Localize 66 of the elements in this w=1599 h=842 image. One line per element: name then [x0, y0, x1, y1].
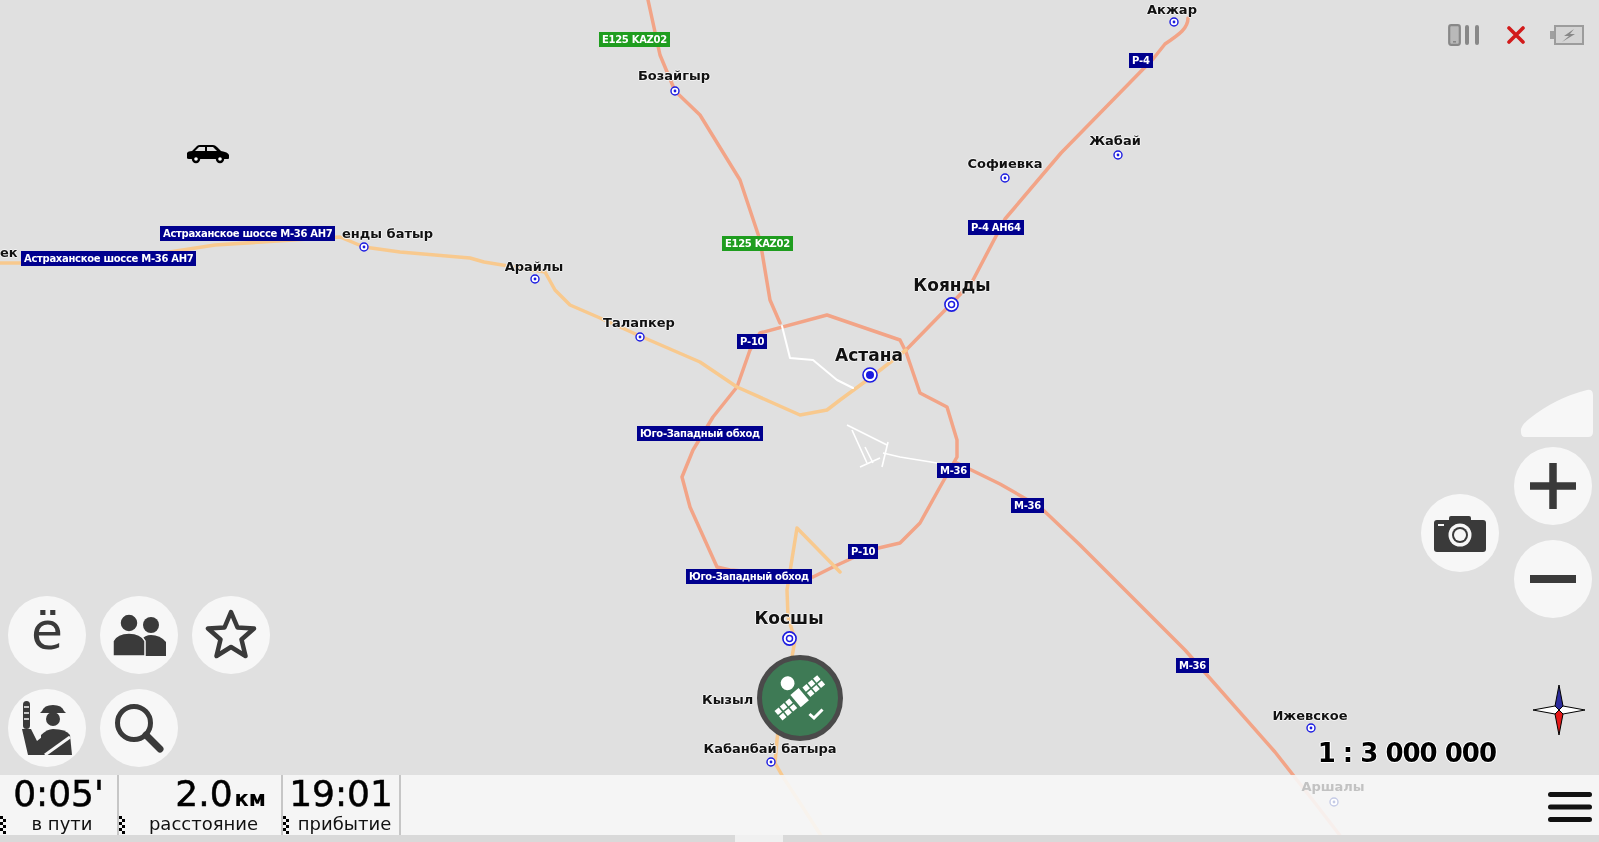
place-label: Ижевское	[1272, 708, 1348, 724]
place-label: Кабанбай батыра	[703, 741, 837, 757]
road-sign: E125 KAZ02	[722, 236, 793, 251]
plus-icon	[1530, 463, 1576, 509]
road-sign: Юго-Западный обход	[686, 569, 812, 584]
place-marker-icon	[862, 367, 878, 383]
road-sign: Р-10	[737, 334, 768, 349]
trip-caption: в пути	[30, 813, 94, 835]
place-label: Акжар	[1147, 2, 1197, 18]
police-officer-icon	[22, 701, 72, 755]
menu-icon[interactable]	[1548, 792, 1592, 822]
road-sign: Р-4 АН64	[968, 220, 1024, 235]
road-sign: Р-10	[848, 544, 879, 559]
scrollbar-thumb[interactable]	[735, 835, 783, 842]
trip-caption: прибытие	[296, 813, 393, 835]
car-icon	[186, 144, 230, 164]
place-marker-icon	[1306, 723, 1316, 733]
map-scale-label: 1 : 3 000 000	[1317, 738, 1496, 768]
trip-value: 2.0	[175, 775, 233, 813]
trip-value: 0:05'	[13, 775, 104, 813]
people-icon	[112, 614, 166, 656]
camera-icon	[1434, 514, 1486, 552]
road-sign: E125 KAZ02	[599, 32, 670, 47]
place-marker-icon	[1169, 17, 1179, 27]
place-label: Жабай	[1089, 133, 1141, 149]
place-marker-icon	[1000, 173, 1010, 183]
road-sign: М-36	[937, 463, 970, 478]
place-label: Коянды	[913, 275, 991, 296]
place-marker-icon	[943, 296, 959, 312]
place-marker-icon	[635, 332, 645, 342]
minus-icon	[1530, 575, 1576, 583]
road-sign: Р-4	[1129, 53, 1153, 68]
battery-icon	[1550, 24, 1584, 46]
place-marker-icon	[1113, 150, 1123, 160]
place-label: Арайлы	[504, 259, 564, 275]
road-sign: М-36	[1011, 498, 1044, 513]
close-icon[interactable]	[1507, 26, 1525, 44]
road-sign: Астраханское шоссе М-36 АН7	[160, 226, 336, 241]
place-label: Софиевка	[967, 156, 1043, 172]
place-label: ек	[0, 245, 18, 261]
phone-icon	[1448, 24, 1461, 46]
pause-icon[interactable]	[1465, 25, 1479, 45]
checkered-flag-icon	[283, 816, 289, 834]
place-marker-icon	[530, 274, 540, 284]
place-marker-icon	[670, 86, 680, 96]
road-sign: М-36	[1176, 658, 1209, 673]
place-marker-icon	[1329, 797, 1339, 807]
trip-value: 19:01	[289, 775, 393, 813]
place-label: Бозайгыр	[637, 68, 711, 84]
road-sign: Астраханское шоссе М-36 АН7	[21, 251, 197, 266]
place-label: Кызыл	[702, 692, 754, 708]
place-label: Косшы	[754, 608, 824, 629]
check-icon	[808, 708, 824, 720]
place-label: Астана	[835, 345, 903, 366]
place-label: Талапкер	[603, 315, 675, 331]
checkered-flag-icon	[119, 816, 125, 834]
place-marker-icon	[359, 242, 369, 252]
compass-icon[interactable]	[1533, 684, 1585, 736]
place-label: енды батыр	[342, 226, 434, 242]
trip-caption: расстояние	[147, 813, 260, 835]
place-marker-icon	[781, 630, 797, 646]
checkered-flag-icon	[0, 816, 6, 834]
search-icon	[114, 703, 164, 753]
road-sign: Юго-Западный обход	[637, 426, 763, 441]
trip-unit: км	[234, 787, 266, 811]
place-marker-icon	[766, 757, 776, 767]
